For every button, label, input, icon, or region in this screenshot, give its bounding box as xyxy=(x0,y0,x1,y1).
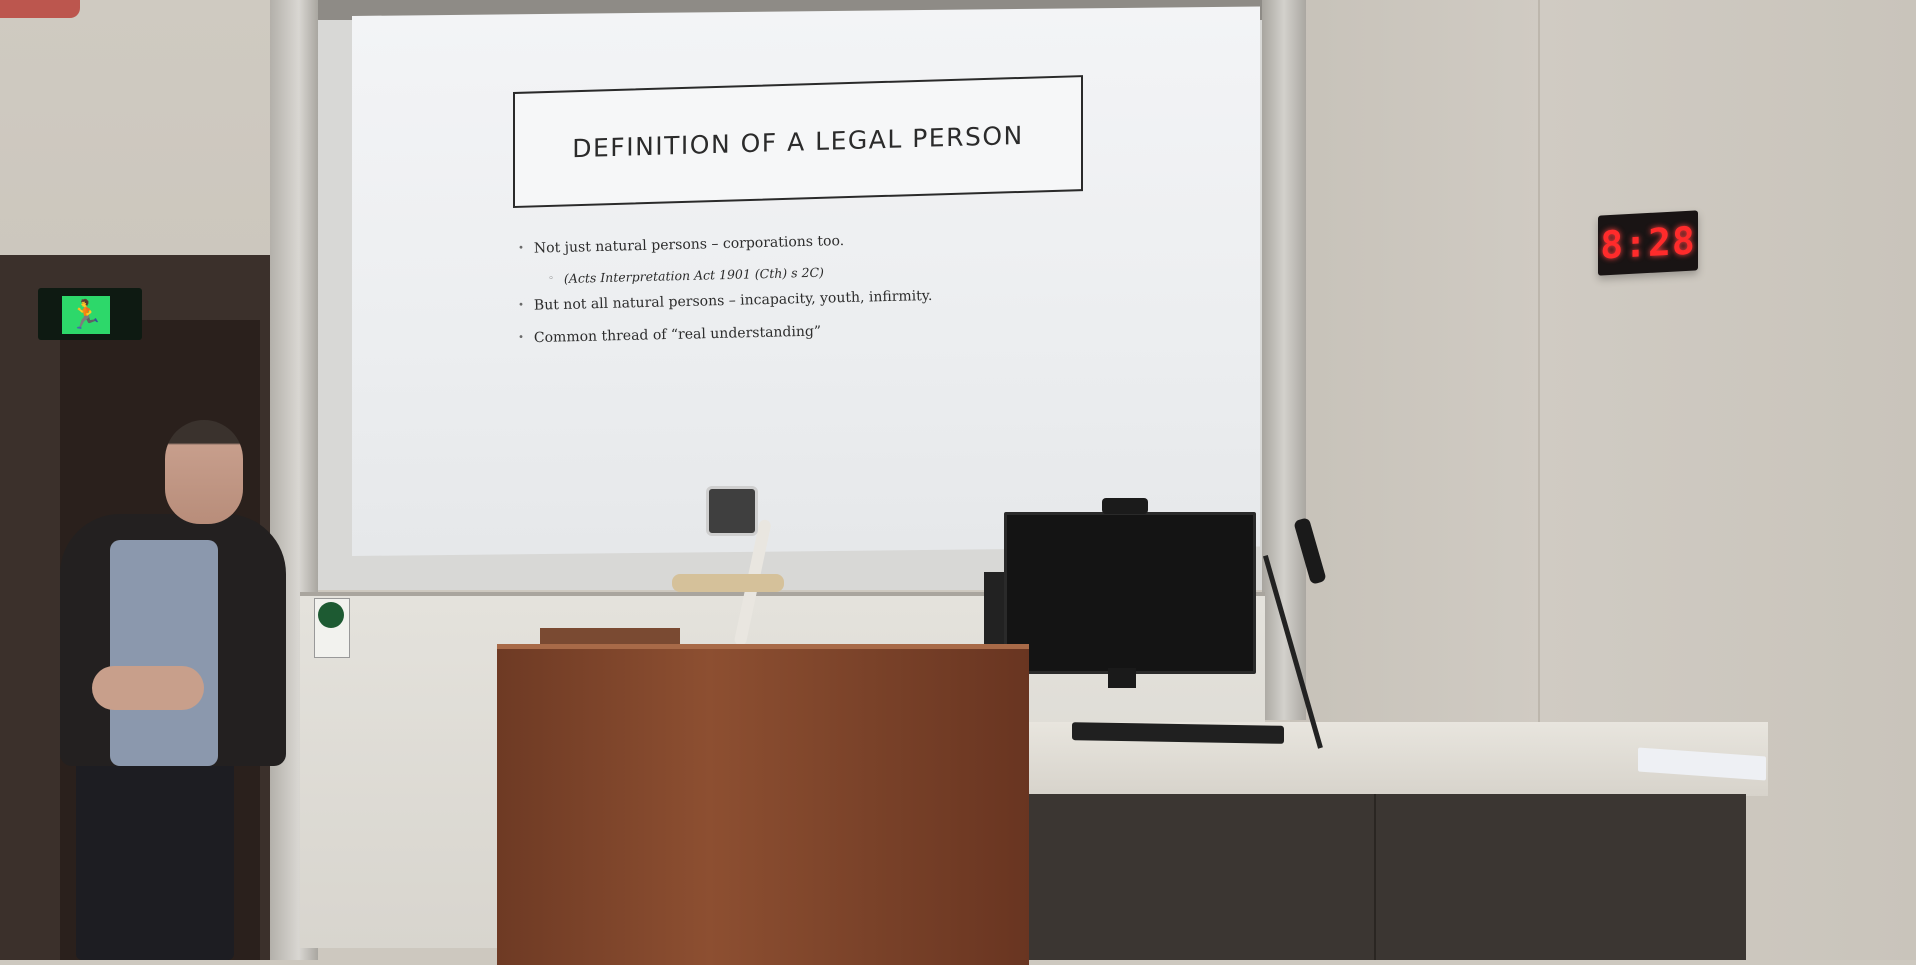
document-camera-light-bar xyxy=(672,574,784,592)
presenter-hands xyxy=(92,666,204,710)
lectern xyxy=(497,644,1029,965)
presenter-shirt xyxy=(110,540,218,766)
bullet-marker: • xyxy=(517,332,525,344)
bullet-marker: • xyxy=(517,242,525,254)
webcam-icon xyxy=(1102,498,1148,514)
monitor-stand xyxy=(1108,668,1136,688)
presenter-legs xyxy=(76,760,234,960)
running-man-icon: 🏃 xyxy=(62,296,110,334)
sub-bullet-marker: ◦ xyxy=(547,273,555,285)
presenter-head xyxy=(165,420,243,524)
desk-front xyxy=(1028,794,1746,960)
keyboard xyxy=(1072,722,1284,744)
slide-title-box: DEFINITION OF A LEGAL PERSON xyxy=(513,75,1083,208)
bullet-marker: • xyxy=(517,299,525,312)
sticker-emblem-icon xyxy=(318,602,344,628)
slide-title: DEFINITION OF A LEGAL PERSON xyxy=(572,120,1024,163)
desk-seam xyxy=(1374,794,1376,960)
computer-monitor xyxy=(1004,512,1256,674)
document-camera-icon xyxy=(706,486,758,536)
clock-digits: 8:28 xyxy=(1600,218,1696,268)
ceiling-light xyxy=(0,0,80,18)
wall-clock: 8:28 xyxy=(1598,210,1698,276)
